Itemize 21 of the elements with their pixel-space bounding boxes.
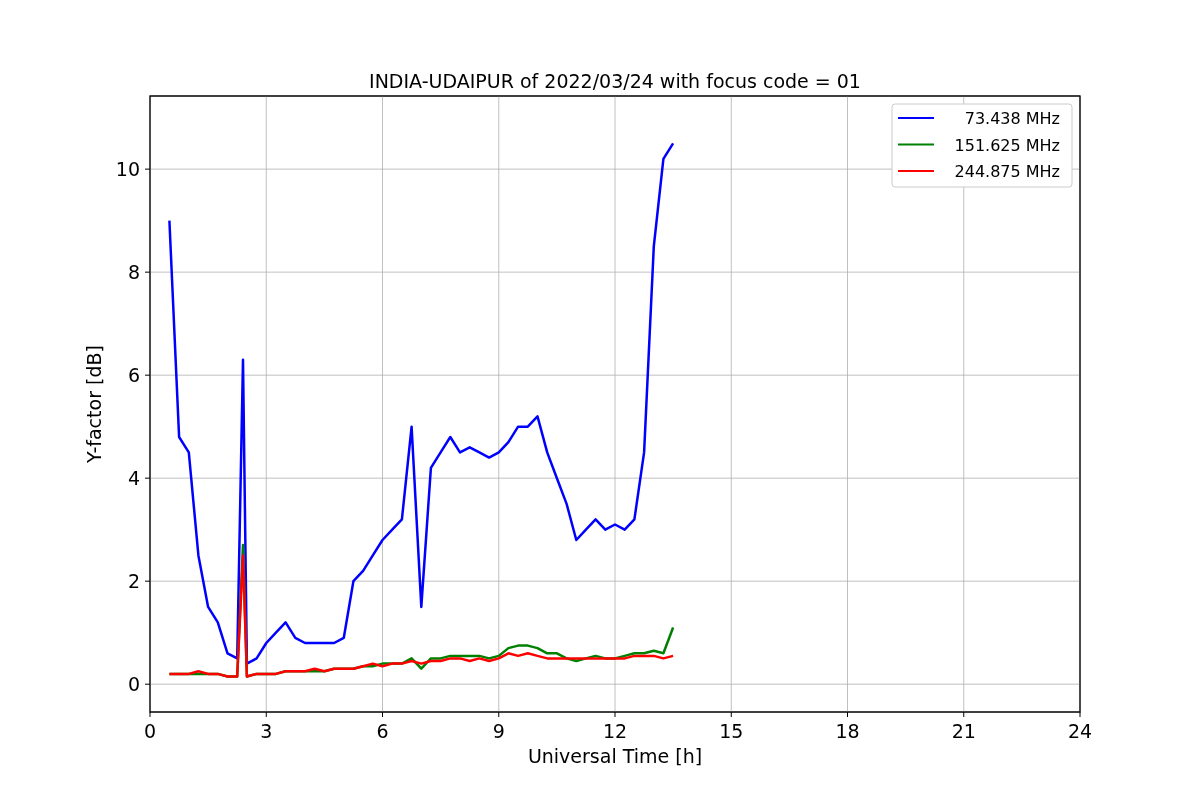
y-tick-label: 0 [127,673,140,696]
y-tick-label: 10 [115,158,140,181]
x-tick-label: 12 [602,720,628,742]
legend-label: 151.625 MHz [954,135,1060,155]
x-tick-label: 9 [492,720,505,742]
x-tick-label: 15 [719,720,744,742]
y-axis-label: Y-factor [dB] [83,345,105,463]
x-tick-label: 3 [260,720,273,742]
x-tick-label: 24 [1067,720,1093,742]
y-tick-label: 8 [127,261,140,284]
legend-label: 73.438 MHz [964,109,1060,128]
x-axis-label: Universal Time [h] [527,745,703,767]
chart-title: INDIA-UDAIPUR of 2022/03/24 with focus code = 01 [369,70,861,92]
y-tick-label: 2 [127,570,140,593]
x-tick-label: 18 [835,720,860,742]
y-tick-label: 6 [127,364,140,387]
x-tick-label: 21 [951,720,976,742]
y-tick-label: 4 [127,467,140,490]
legend-label: 244.875 MHz [954,162,1060,181]
x-tick-label: 6 [376,720,389,742]
x-tick-label: 0 [143,720,157,742]
